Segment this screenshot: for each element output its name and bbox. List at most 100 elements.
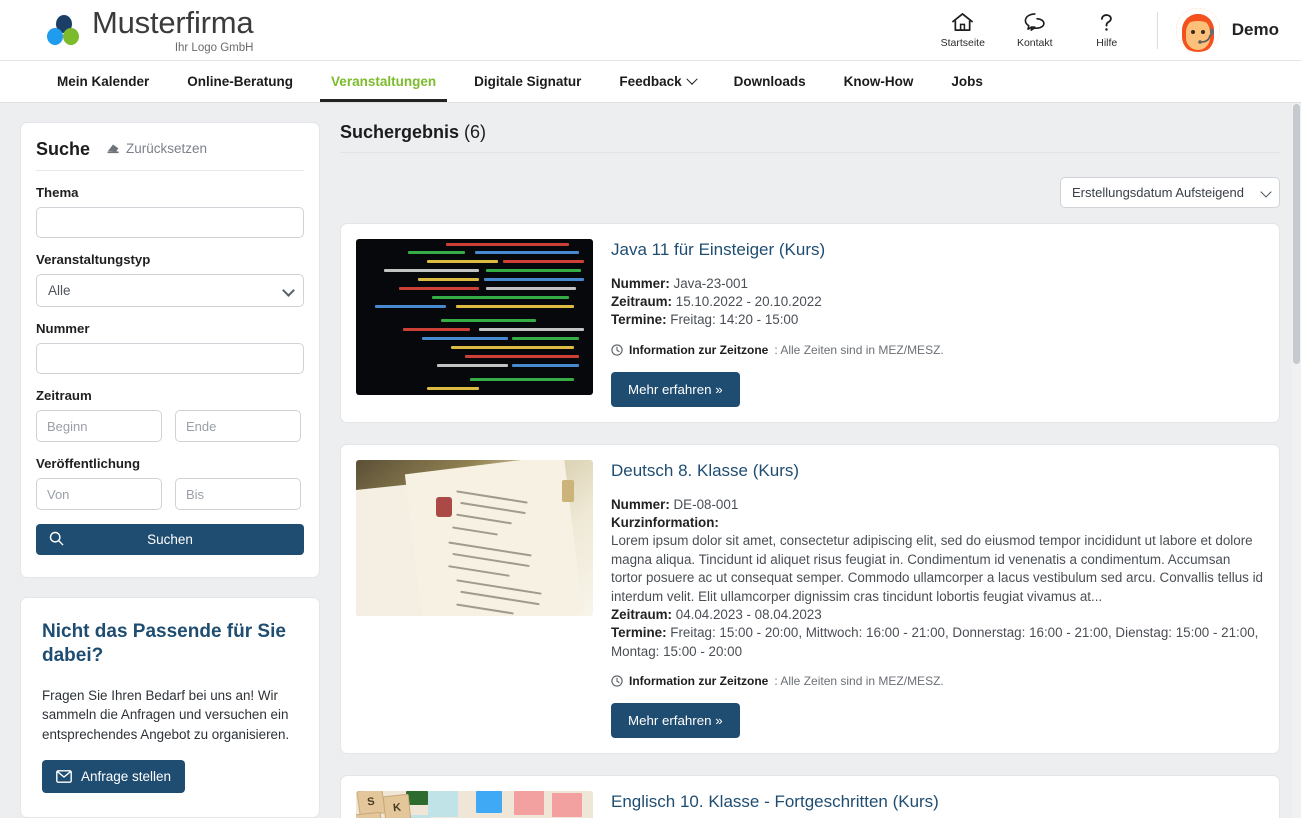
result-title[interactable]: Java 11 für Einsteiger (Kurs): [611, 240, 1264, 260]
timezone-text: : Alle Zeiten sind in MEZ/MESZ.: [774, 342, 944, 357]
header-home-item[interactable]: Startseite: [927, 12, 999, 49]
mail-icon: [56, 770, 72, 784]
content-area: Suche Zurücksetzen Thema Veranstaltungst…: [0, 103, 1301, 818]
clock-icon: [611, 344, 623, 356]
nav-item-know-how[interactable]: Know-How: [825, 61, 933, 102]
results-heading: Suchergebnis (6): [340, 122, 1280, 153]
veroeffentlichung-label: Veröffentlichung: [36, 456, 141, 471]
search-icon: [49, 531, 64, 546]
nav-label: Jobs: [951, 74, 983, 89]
nav-item-downloads[interactable]: Downloads: [715, 61, 825, 102]
result-title[interactable]: Deutsch 8. Klasse (Kurs): [611, 461, 1264, 481]
timezone-label: Information zur Zeitzone: [629, 673, 769, 688]
chat-icon: [1023, 12, 1046, 33]
nav-item-jobs[interactable]: Jobs: [932, 61, 1002, 102]
result-termine-line: Termine: Freitag: 15:00 - 20:00, Mittwoc…: [611, 624, 1264, 660]
cta-text: Fragen Sie Ihren Bedarf bei uns an! Wir …: [42, 687, 290, 742]
sidebar: Suche Zurücksetzen Thema Veranstaltungst…: [20, 122, 320, 818]
sort-select[interactable]: Erstellungsdatum Aufsteigend: [1060, 177, 1280, 208]
search-submit-label: Suchen: [147, 532, 193, 547]
result-nummer-line: Nummer: DE-08-001: [611, 496, 1264, 514]
nav-label: Downloads: [733, 74, 806, 89]
header-help-label: Hilfe: [1096, 36, 1118, 49]
scrabble-tile: K: [382, 793, 412, 818]
veranstaltungstyp-select[interactable]: Alle: [36, 274, 304, 307]
nav-label: Feedback: [619, 74, 682, 89]
cta-title: Nicht das Passende für Sie dabei?: [42, 621, 286, 667]
nav-item-veranstaltungen[interactable]: Veranstaltungen: [312, 61, 455, 102]
header-right: Startseite Kontakt Hilfe Demo: [927, 8, 1279, 52]
more-info-button[interactable]: Mehr erfahren »: [611, 371, 740, 407]
results-heading-label: Suchergebnis: [340, 122, 460, 142]
more-info-button[interactable]: Mehr erfahren »: [611, 702, 740, 738]
question-icon: [1096, 12, 1117, 33]
label-zeitraum: Zeitraum:: [611, 607, 673, 623]
result-nummer-line: Nummer: Java-23-001: [611, 275, 1264, 293]
sort-bar: Erstellungsdatum Aufsteigend: [340, 153, 1280, 223]
page-root: Musterfirma Ihr Logo GmbH Startseite Kon…: [0, 0, 1301, 818]
search-panel: Suche Zurücksetzen Thema Veranstaltungst…: [20, 122, 320, 578]
brand-logo[interactable]: Musterfirma Ihr Logo GmbH: [46, 4, 254, 54]
field-veroeffentlichung: Veröffentlichung: [36, 456, 304, 510]
result-card[interactable]: Java 11 für Einsteiger (Kurs) Nummer: Ja…: [340, 223, 1280, 423]
timezone-note: Information zur Zeitzone : Alle Zeiten s…: [611, 343, 1264, 357]
field-zeitraum: Zeitraum: [36, 388, 304, 442]
cta-panel: Nicht das Passende für Sie dabei? Fragen…: [20, 597, 320, 818]
result-zeitraum-line: Zeitraum: 15.10.2022 - 20.10.2022: [611, 293, 1264, 311]
result-termine-value: Freitag: 15:00 - 20:00, Mittwoch: 16:00 …: [611, 625, 1259, 659]
zeitraum-ende-input[interactable]: [175, 410, 301, 442]
user-menu[interactable]: Demo: [1158, 8, 1279, 52]
nav-item-mein-kalender[interactable]: Mein Kalender: [38, 61, 168, 102]
result-card[interactable]: Deutsch 8. Klasse (Kurs) Nummer: DE-08-0…: [340, 443, 1280, 754]
result-thumbnail-scrabble: S K C A H O A R N H: [356, 790, 593, 818]
result-card[interactable]: S K C A H O A R N H Englisch 10. Klasse …: [340, 774, 1280, 818]
eraser-icon: [107, 144, 119, 154]
label-nummer: Nummer:: [611, 496, 670, 512]
brand-subtitle: Ihr Logo GmbH: [174, 41, 254, 54]
label-zeitraum: Zeitraum:: [611, 294, 673, 310]
result-termine-line: Termine: Freitag: 14:20 - 15:00: [611, 311, 1264, 329]
veroeffentlichung-von-input[interactable]: [36, 478, 162, 510]
timezone-text: : Alle Zeiten sind in MEZ/MESZ.: [774, 673, 944, 688]
label-termine: Termine:: [611, 312, 667, 328]
result-zeitraum-value: 04.04.2023 - 08.04.2023: [675, 607, 822, 623]
field-veranstaltungstyp: Veranstaltungstyp Alle: [36, 252, 304, 307]
nav-item-online-beratung[interactable]: Online-Beratung: [168, 61, 312, 102]
result-thumbnail-code-screen: [356, 239, 593, 395]
nav-label: Know-How: [843, 74, 914, 89]
zeitraum-label: Zeitraum: [36, 388, 92, 403]
result-thumbnail-old-book: [356, 459, 593, 616]
veranstaltungstyp-label: Veranstaltungstyp: [36, 252, 151, 267]
cta-button-label: Anfrage stellen: [81, 769, 172, 785]
results-heading-count: (6): [464, 122, 487, 142]
header-help-item[interactable]: Hilfe: [1071, 12, 1143, 49]
timezone-label: Information zur Zeitzone: [629, 342, 769, 357]
nav-label: Digitale Signatur: [474, 74, 582, 89]
nummer-input[interactable]: [36, 343, 304, 374]
veroeffentlichung-bis-input[interactable]: [175, 478, 301, 510]
reset-button[interactable]: Zurücksetzen: [106, 141, 207, 156]
nav-label: Veranstaltungen: [331, 74, 437, 89]
result-kurzinfo-label-line: Kurzinformation:: [611, 514, 1264, 532]
result-title[interactable]: Englisch 10. Klasse - Fortgeschritten (K…: [611, 792, 1264, 812]
cta-request-button[interactable]: Anfrage stellen: [42, 760, 186, 794]
chevron-down-icon: [685, 73, 698, 85]
header-home-label: Startseite: [940, 36, 985, 49]
results-column: Suchergebnis (6) Erstellungsdatum Aufste…: [340, 122, 1280, 818]
nav-label: Online-Beratung: [187, 74, 294, 89]
label-termine: Termine:: [611, 625, 667, 641]
thema-input[interactable]: [36, 207, 304, 238]
header-contact-item[interactable]: Kontakt: [999, 12, 1071, 49]
zeitraum-beginn-input[interactable]: [36, 410, 162, 442]
search-submit-button[interactable]: Suchen: [36, 524, 304, 555]
main-nav: Mein Kalender Online-Beratung Veranstalt…: [0, 61, 1301, 103]
site-header: Musterfirma Ihr Logo GmbH Startseite Kon…: [0, 0, 1301, 61]
scrollbar-thumb[interactable]: [1293, 104, 1300, 364]
nav-item-feedback[interactable]: Feedback: [600, 61, 714, 102]
nav-item-digitale-signatur[interactable]: Digitale Signatur: [455, 61, 600, 102]
reset-label: Zurücksetzen: [126, 140, 208, 156]
home-icon: [951, 12, 974, 33]
page-scrollbar[interactable]: [1292, 104, 1301, 818]
brand-name: Musterfirma: [92, 4, 254, 40]
header-icon-group: Startseite Kontakt Hilfe: [927, 11, 1158, 49]
